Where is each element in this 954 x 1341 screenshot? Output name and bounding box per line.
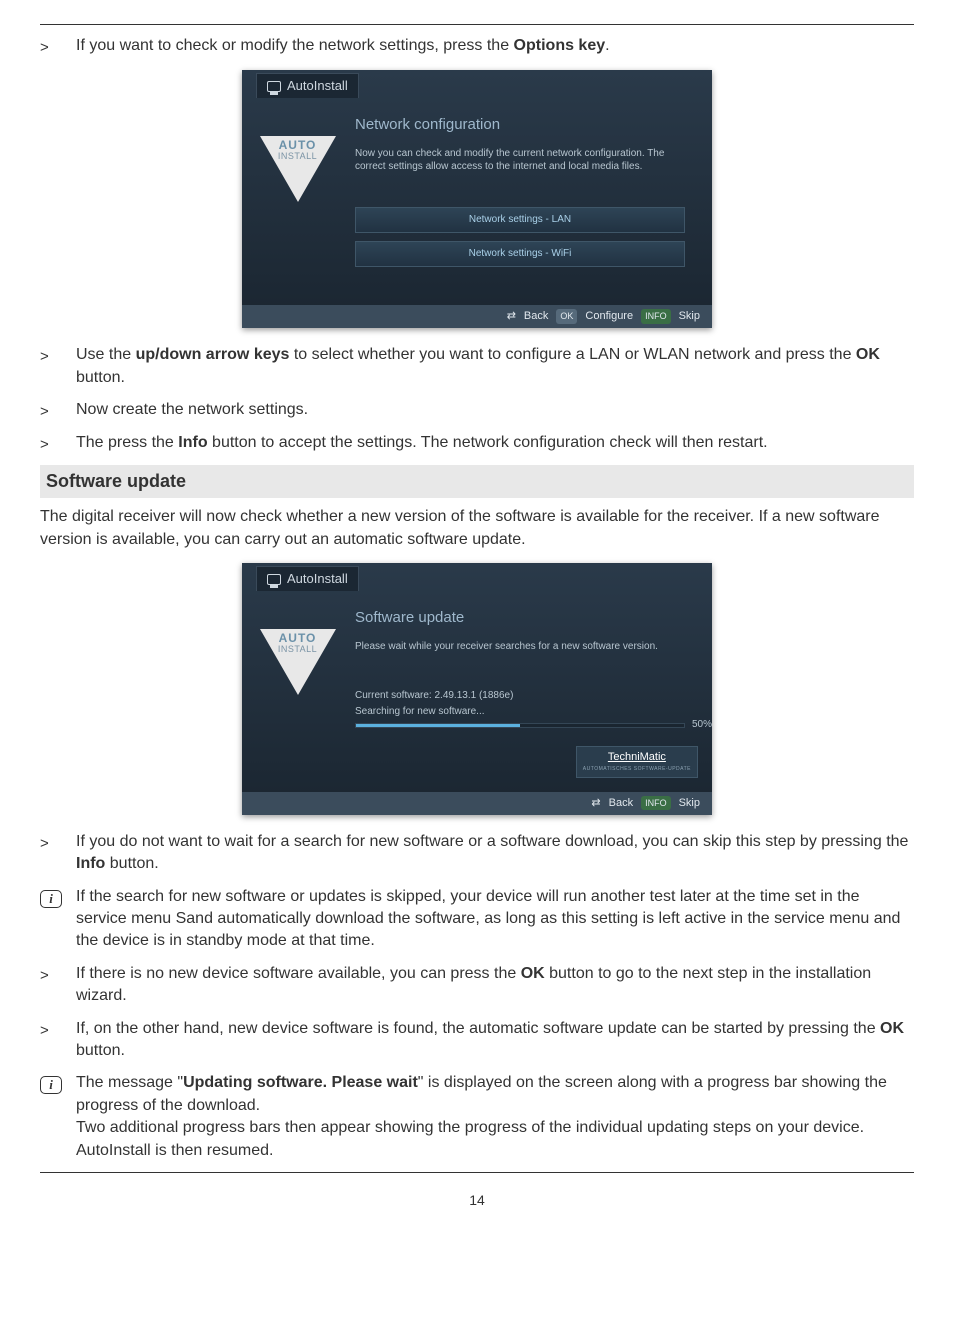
- ok-pill: OK: [556, 309, 577, 324]
- tri-install: INSTALL: [264, 644, 332, 655]
- key-label: Info: [76, 855, 105, 872]
- text: The press the: [76, 434, 178, 451]
- panel-title: Network configuration: [355, 114, 698, 135]
- key-label: Options key: [514, 37, 606, 54]
- panel-text: Now you can check and modify the current…: [355, 147, 685, 173]
- panel-text: Please wait while your receiver searches…: [355, 640, 685, 653]
- text: Use the: [76, 346, 136, 363]
- page-number: 14: [40, 1191, 914, 1211]
- text: If there is no new device software avail…: [76, 965, 521, 982]
- marker-info: i: [40, 1072, 76, 1095]
- footer-configure: Configure: [585, 309, 633, 324]
- text: If you want to check or modify the netwo…: [76, 37, 514, 54]
- tri-install: INSTALL: [264, 151, 332, 162]
- list-item: > Use the up/down arrow keys to select w…: [40, 344, 914, 389]
- text: .: [605, 37, 609, 54]
- info-pill: INFO: [641, 796, 671, 811]
- marker-gt: >: [40, 831, 76, 854]
- info-icon: i: [40, 890, 62, 908]
- monitor-icon: [267, 574, 281, 585]
- network-lan-button[interactable]: Network settings - LAN: [355, 207, 685, 233]
- marker-gt: >: [40, 35, 76, 58]
- footer-bar: ⇄ Back OK Configure INFO Skip: [242, 305, 712, 328]
- text: button.: [76, 1042, 125, 1059]
- key-label: Info: [178, 434, 207, 451]
- list-item: i The message "Updating software. Please…: [40, 1072, 914, 1162]
- marker-gt: >: [40, 399, 76, 422]
- key-label: OK: [856, 346, 880, 363]
- technimatic-badge: TechniMatic AUTOMATISCHES SOFTWARE-UPDAT…: [576, 746, 698, 777]
- footer-skip: Skip: [679, 796, 700, 811]
- panel-title: Software update: [355, 607, 698, 628]
- searching-text: Searching for new software...: [355, 705, 698, 719]
- window-tab: AutoInstall: [256, 73, 359, 98]
- screenshot-software: AutoInstall AUTO INSTALL Software update…: [40, 563, 914, 815]
- current-software: Current software: 2.49.13.1 (1886e): [355, 689, 698, 703]
- footer-back: Back: [524, 309, 548, 324]
- footer-bar: ⇄ Back INFO Skip: [242, 792, 712, 815]
- key-label: up/down arrow keys: [136, 346, 290, 363]
- marker-gt: >: [40, 963, 76, 986]
- section-heading: Software update: [40, 465, 914, 498]
- marker-gt: >: [40, 1018, 76, 1041]
- list-item: > If, on the other hand, new device soft…: [40, 1018, 914, 1063]
- key-label: OK: [880, 1020, 904, 1037]
- auto-install-icon: AUTO INSTALL: [260, 136, 336, 202]
- text: Now create the network settings.: [76, 399, 914, 421]
- network-wifi-button[interactable]: Network settings - WiFi: [355, 241, 685, 267]
- list-item: > If you do not want to wait for a searc…: [40, 831, 914, 876]
- text: button.: [76, 369, 125, 386]
- text: If, on the other hand, new device softwa…: [76, 1020, 880, 1037]
- list-item: i If the search for new software or upda…: [40, 886, 914, 953]
- paragraph: The digital receiver will now check whet…: [40, 506, 914, 551]
- marker-gt: >: [40, 432, 76, 455]
- tab-label: AutoInstall: [287, 570, 348, 588]
- tri-auto: AUTO: [264, 140, 332, 151]
- marker-gt: >: [40, 344, 76, 367]
- key-label: Updating software. Please wait: [183, 1074, 418, 1091]
- progress-bar: 50%: [355, 723, 685, 728]
- footer-skip: Skip: [679, 309, 700, 324]
- screenshot-network: AutoInstall AUTO INSTALL Network configu…: [40, 70, 914, 328]
- text: button.: [105, 855, 158, 872]
- footer-back: Back: [609, 796, 633, 811]
- text: button to accept the settings. The netwo…: [208, 434, 768, 451]
- marker-info: i: [40, 886, 76, 909]
- list-item: > The press the Info button to accept th…: [40, 432, 914, 455]
- swap-icon: ⇄: [591, 796, 600, 811]
- window-tab: AutoInstall: [256, 566, 359, 591]
- text: If you do not want to wait for a search …: [76, 833, 908, 850]
- text: If the search for new software or update…: [76, 886, 914, 953]
- list-item: > Now create the network settings.: [40, 399, 914, 422]
- info-icon: i: [40, 1076, 62, 1094]
- info-pill: INFO: [641, 309, 671, 324]
- tab-label: AutoInstall: [287, 77, 348, 95]
- swap-icon: ⇄: [507, 309, 516, 324]
- text: to select whether you want to configure …: [289, 346, 856, 363]
- key-label: OK: [521, 965, 545, 982]
- tri-auto: AUTO: [264, 633, 332, 644]
- auto-install-icon: AUTO INSTALL: [260, 629, 336, 695]
- text: Two additional progress bars then appear…: [76, 1117, 914, 1162]
- text: The message ": [76, 1074, 183, 1091]
- list-item: > If there is no new device software ava…: [40, 963, 914, 1008]
- progress-percent: 50%: [692, 718, 712, 732]
- monitor-icon: [267, 81, 281, 92]
- list-item: > If you want to check or modify the net…: [40, 35, 914, 58]
